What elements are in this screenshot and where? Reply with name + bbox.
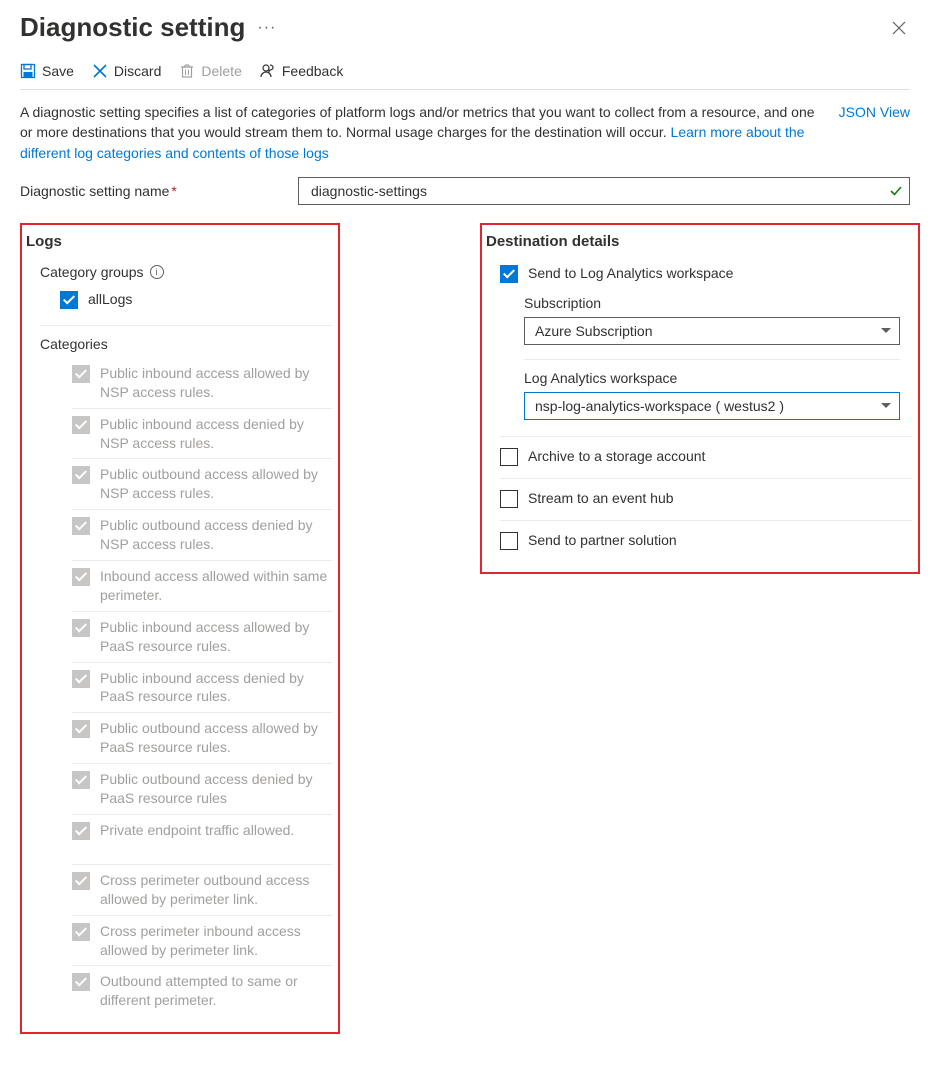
category-row[interactable]: Cross perimeter outbound access allowed … <box>72 871 332 916</box>
workspace-select[interactable]: nsp-log-analytics-workspace ( westus2 ) <box>524 392 900 420</box>
archive-storage-label: Archive to a storage account <box>528 447 705 466</box>
discard-icon <box>92 63 108 79</box>
all-logs-label: allLogs <box>88 290 132 309</box>
category-checkbox[interactable] <box>72 619 90 637</box>
partner-solution-label: Send to partner solution <box>528 531 677 550</box>
category-label: Public outbound access denied by PaaS re… <box>100 770 332 808</box>
subscription-label: Subscription <box>524 295 900 311</box>
send-log-analytics-checkbox[interactable] <box>500 265 518 283</box>
category-row[interactable]: Outbound attempted to same or different … <box>72 972 332 1016</box>
category-label: Cross perimeter outbound access allowed … <box>100 871 332 909</box>
workspace-value: nsp-log-analytics-workspace ( westus2 ) <box>535 398 784 414</box>
send-log-analytics-label: Send to Log Analytics workspace <box>528 264 733 283</box>
close-icon[interactable] <box>888 21 910 35</box>
category-row[interactable]: Cross perimeter inbound access allowed b… <box>72 922 332 967</box>
workspace-label: Log Analytics workspace <box>524 359 900 386</box>
category-label: Cross perimeter inbound access allowed b… <box>100 922 332 960</box>
send-log-analytics-row[interactable]: Send to Log Analytics workspace <box>500 264 912 283</box>
toolbar: Save Discard Delete Feedback <box>20 63 910 90</box>
logs-header: Logs <box>26 233 332 250</box>
category-label: Public outbound access allowed by PaaS r… <box>100 719 332 757</box>
archive-storage-row[interactable]: Archive to a storage account <box>500 436 912 466</box>
stream-eventhub-checkbox[interactable] <box>500 490 518 508</box>
category-row[interactable]: Public outbound access allowed by PaaS r… <box>72 719 332 764</box>
feedback-label: Feedback <box>282 63 343 79</box>
categories-heading: Categories <box>40 325 332 352</box>
chevron-down-icon <box>881 328 891 333</box>
diagnostic-name-input[interactable] <box>309 178 881 204</box>
category-row[interactable]: Public outbound access denied by PaaS re… <box>72 770 332 815</box>
diagnostic-name-field[interactable] <box>298 177 910 205</box>
feedback-icon <box>260 63 276 79</box>
description-block: A diagnostic setting specifies a list of… <box>20 102 910 163</box>
category-checkbox[interactable] <box>72 670 90 688</box>
category-row[interactable]: Private endpoint traffic allowed. <box>72 821 332 865</box>
more-actions-icon[interactable]: ··· <box>257 19 276 37</box>
category-checkbox[interactable] <box>72 568 90 586</box>
category-label: Public inbound access allowed by PaaS re… <box>100 618 332 656</box>
chevron-down-icon <box>881 403 891 408</box>
category-checkbox[interactable] <box>72 466 90 484</box>
logs-panel: Logs Category groups i allLogs Categorie… <box>20 223 340 1035</box>
page-title: Diagnostic setting <box>20 12 245 43</box>
category-row[interactable]: Inbound access allowed within same perim… <box>72 567 332 612</box>
all-logs-row[interactable]: allLogs <box>60 290 332 309</box>
category-checkbox[interactable] <box>72 365 90 383</box>
all-logs-checkbox[interactable] <box>60 291 78 309</box>
category-checkbox[interactable] <box>72 771 90 789</box>
category-label: Public inbound access denied by PaaS res… <box>100 669 332 707</box>
category-label: Public outbound access denied by NSP acc… <box>100 516 332 554</box>
delete-icon <box>179 63 195 79</box>
category-checkbox[interactable] <box>72 822 90 840</box>
partner-solution-checkbox[interactable] <box>500 532 518 550</box>
destination-header: Destination details <box>486 233 912 250</box>
category-label: Public inbound access allowed by NSP acc… <box>100 364 332 402</box>
category-checkbox[interactable] <box>72 872 90 890</box>
category-row[interactable]: Public outbound access denied by NSP acc… <box>72 516 332 561</box>
delete-button: Delete <box>179 63 241 79</box>
category-row[interactable]: Public inbound access denied by NSP acce… <box>72 415 332 460</box>
save-button[interactable]: Save <box>20 63 74 79</box>
category-checkbox[interactable] <box>72 416 90 434</box>
subscription-value: Azure Subscription <box>535 323 653 339</box>
category-checkbox[interactable] <box>72 923 90 941</box>
category-label: Inbound access allowed within same perim… <box>100 567 332 605</box>
category-row[interactable]: Public inbound access denied by PaaS res… <box>72 669 332 714</box>
partner-solution-row[interactable]: Send to partner solution <box>500 520 912 550</box>
category-row[interactable]: Public inbound access allowed by PaaS re… <box>72 618 332 663</box>
json-view-link[interactable]: JSON View <box>839 102 910 163</box>
stream-eventhub-label: Stream to an event hub <box>528 489 674 508</box>
destination-panel: Destination details Send to Log Analytic… <box>480 223 920 574</box>
category-row[interactable]: Public inbound access allowed by NSP acc… <box>72 364 332 409</box>
category-groups-label: Category groups i <box>40 264 332 280</box>
save-icon <box>20 63 36 79</box>
save-label: Save <box>42 63 74 79</box>
info-icon[interactable]: i <box>150 265 164 279</box>
delete-label: Delete <box>201 63 241 79</box>
discard-button[interactable]: Discard <box>92 63 161 79</box>
blade-header: Diagnostic setting ··· <box>20 12 910 43</box>
diagnostic-name-row: Diagnostic setting name* <box>20 177 910 205</box>
diagnostic-name-label: Diagnostic setting name* <box>20 183 280 199</box>
discard-label: Discard <box>114 63 161 79</box>
category-label: Public inbound access denied by NSP acce… <box>100 415 332 453</box>
category-checkbox[interactable] <box>72 720 90 738</box>
category-label: Private endpoint traffic allowed. <box>100 821 294 840</box>
category-checkbox[interactable] <box>72 517 90 535</box>
valid-check-icon <box>889 184 903 198</box>
category-label: Public outbound access allowed by NSP ac… <box>100 465 332 503</box>
subscription-select[interactable]: Azure Subscription <box>524 317 900 345</box>
category-checkbox[interactable] <box>72 973 90 991</box>
stream-eventhub-row[interactable]: Stream to an event hub <box>500 478 912 508</box>
category-label: Outbound attempted to same or different … <box>100 972 332 1010</box>
feedback-button[interactable]: Feedback <box>260 63 343 79</box>
category-row[interactable]: Public outbound access allowed by NSP ac… <box>72 465 332 510</box>
archive-storage-checkbox[interactable] <box>500 448 518 466</box>
